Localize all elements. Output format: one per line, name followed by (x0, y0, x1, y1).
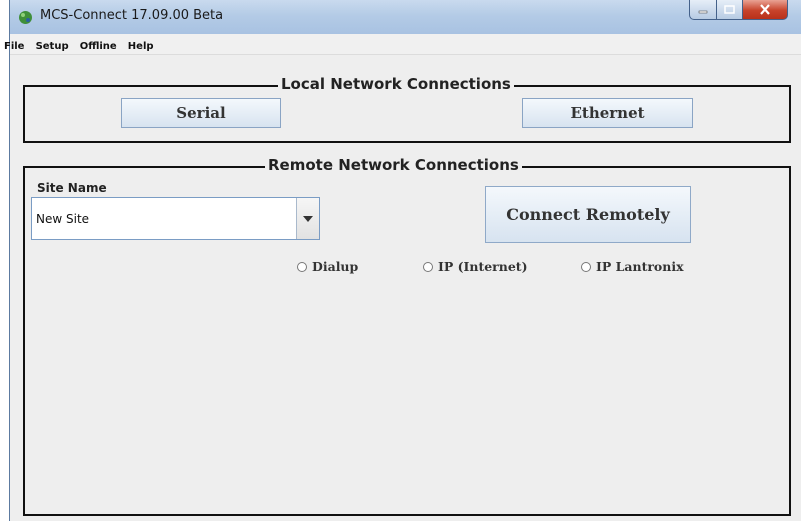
window-controls (689, 0, 788, 22)
menu-setup[interactable]: Setup (36, 37, 69, 52)
remote-connections-group: Remote Network Connections Site Name New… (23, 156, 791, 516)
app-icon (18, 10, 33, 25)
remote-connections-legend: Remote Network Connections (265, 156, 522, 174)
menu-file[interactable]: File (4, 37, 24, 52)
maximize-icon (724, 4, 735, 14)
close-icon (760, 4, 770, 15)
radio-dialup[interactable]: Dialup (297, 259, 358, 274)
dropdown-toggle[interactable] (296, 198, 319, 239)
minimize-icon (698, 10, 708, 13)
menu-help[interactable]: Help (128, 37, 154, 52)
connect-remotely-button[interactable]: Connect Remotely (485, 186, 691, 243)
window-title: MCS-Connect 17.09.00 Beta (40, 8, 224, 23)
radio-icon (297, 261, 307, 272)
radio-ip-lantronix-label: IP Lantronix (596, 259, 684, 274)
site-name-label: Site Name (37, 181, 107, 195)
radio-ip-internet[interactable]: IP (Internet) (423, 259, 528, 274)
serial-button[interactable]: Serial (121, 98, 281, 128)
minimize-button[interactable] (689, 0, 717, 20)
chevron-down-icon (303, 215, 313, 222)
menu-bar: File Setup Offline Help (4, 34, 801, 55)
site-name-value: New Site (36, 212, 90, 226)
app-window: MCS-Connect 17.09.00 Beta File Setup Off… (4, 0, 801, 521)
main-content: Local Network Connections Serial Etherne… (10, 55, 801, 521)
menu-offline[interactable]: Offline (80, 37, 117, 52)
close-button[interactable] (743, 0, 788, 20)
radio-icon (581, 261, 591, 272)
radio-icon (423, 261, 433, 272)
maximize-button[interactable] (717, 0, 743, 20)
title-bar[interactable]: MCS-Connect 17.09.00 Beta (10, 0, 801, 35)
radio-dialup-label: Dialup (312, 259, 359, 274)
radio-ip-lantronix[interactable]: IP Lantronix (581, 259, 684, 274)
local-connections-legend: Local Network Connections (278, 75, 514, 93)
radio-ip-internet-label: IP (Internet) (438, 259, 528, 274)
site-name-dropdown[interactable]: New Site (31, 197, 320, 240)
local-connections-group: Local Network Connections Serial Etherne… (23, 75, 791, 143)
ethernet-button[interactable]: Ethernet (522, 98, 693, 128)
